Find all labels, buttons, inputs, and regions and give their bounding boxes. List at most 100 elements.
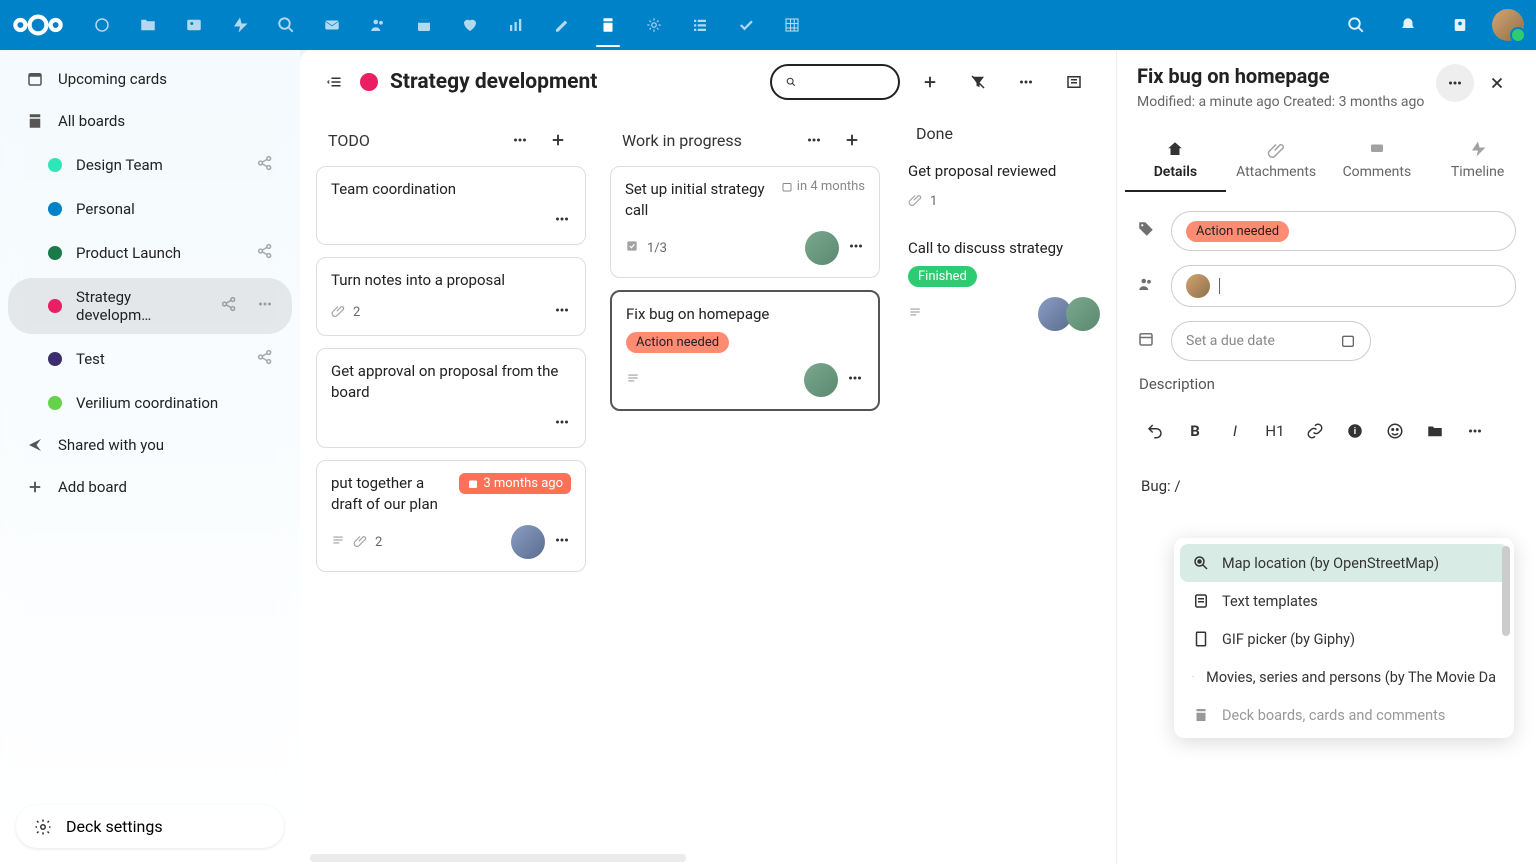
search-icon[interactable]: [1336, 5, 1376, 45]
slash-item-map[interactable]: Map location (by OpenStreetMap): [1180, 544, 1508, 582]
add-list-button[interactable]: [912, 64, 948, 100]
due-placeholder: Set a due date: [1186, 333, 1275, 349]
board-more-icon[interactable]: [1008, 64, 1044, 100]
card-more-icon[interactable]: [553, 413, 571, 435]
dashboard-icon[interactable]: [80, 3, 124, 47]
board-search-input[interactable]: [804, 74, 884, 90]
sidebar-item-test[interactable]: Test: [8, 338, 292, 380]
column-add-icon[interactable]: [836, 124, 868, 156]
collapse-sidebar-icon[interactable]: [324, 70, 348, 94]
sidebar-item-verilium[interactable]: Verilium coordination: [8, 384, 292, 422]
deck-settings-button[interactable]: Deck settings: [16, 805, 284, 848]
analytics-icon[interactable]: [494, 3, 538, 47]
contacts-menu-icon[interactable]: [1440, 5, 1480, 45]
undo-button[interactable]: [1137, 413, 1173, 449]
card[interactable]: Set up initial strategy call in 4 months…: [610, 166, 880, 278]
deck-settings-label: Deck settings: [66, 817, 163, 836]
share-icon[interactable]: [256, 154, 274, 176]
tags-input[interactable]: Action needed: [1171, 211, 1516, 251]
sidebar-item-design-team[interactable]: Design Team: [8, 144, 292, 186]
italic-button[interactable]: I: [1217, 413, 1253, 449]
topbar-right: [1336, 5, 1524, 45]
notifications-icon[interactable]: [1388, 5, 1428, 45]
attachment-count: 2: [353, 305, 360, 320]
card-more-icon[interactable]: [553, 531, 571, 553]
h1-button[interactable]: H1: [1257, 413, 1293, 449]
assignee-avatar: [805, 231, 839, 265]
sidebar-add-board[interactable]: Add board: [8, 468, 292, 506]
slash-item-gif[interactable]: GIF picker (by Giphy): [1180, 620, 1508, 658]
slash-scrollbar[interactable]: [1502, 546, 1510, 636]
detail-more-icon[interactable]: [1436, 64, 1474, 102]
card-more-icon[interactable]: [847, 237, 865, 259]
link-button[interactable]: [1297, 413, 1333, 449]
sidebar-item-personal[interactable]: Personal: [8, 190, 292, 228]
card[interactable]: Fix bug on homepage Action needed: [610, 290, 880, 411]
sidebar-item-label: Strategy developm…: [76, 288, 206, 324]
deck-icon[interactable]: [586, 3, 630, 47]
more-icon[interactable]: [256, 295, 274, 317]
assign-input[interactable]: [1171, 265, 1516, 307]
slash-item-deck[interactable]: Deck boards, cards and comments: [1180, 696, 1508, 734]
card[interactable]: Call to discuss strategy Finished: [904, 230, 1104, 339]
sidebar-upcoming[interactable]: Upcoming cards: [8, 60, 292, 98]
sidebar-shared-label: Shared with you: [58, 436, 164, 454]
card-more-icon[interactable]: [553, 210, 571, 232]
card-more-icon[interactable]: [846, 369, 864, 391]
card[interactable]: Turn notes into a proposal 2: [316, 257, 586, 336]
due-date-input[interactable]: Set a due date: [1171, 321, 1371, 361]
mail-icon[interactable]: [310, 3, 354, 47]
tab-attachments[interactable]: Attachments: [1226, 130, 1327, 192]
calendar-icon[interactable]: [402, 3, 446, 47]
notes-icon[interactable]: [540, 3, 584, 47]
due-text: in 4 months: [781, 179, 865, 194]
tab-timeline[interactable]: Timeline: [1427, 130, 1528, 192]
activity-icon[interactable]: [218, 3, 262, 47]
board-details-icon[interactable]: [1056, 64, 1092, 100]
files-icon[interactable]: [126, 3, 170, 47]
ai-icon[interactable]: [632, 3, 676, 47]
share-icon[interactable]: [256, 348, 274, 370]
sidebar-add-label: Add board: [58, 478, 127, 496]
search-app-icon[interactable]: [264, 3, 308, 47]
card[interactable]: Get approval on proposal from the board: [316, 348, 586, 448]
column-more-icon[interactable]: [504, 124, 536, 156]
detail-assign-field: [1137, 265, 1516, 307]
info-button[interactable]: i: [1337, 413, 1373, 449]
tasks-icon[interactable]: [724, 3, 768, 47]
user-avatar[interactable]: [1492, 9, 1524, 41]
column-title: TODO: [328, 131, 370, 150]
slash-item-templates[interactable]: Text templates: [1180, 582, 1508, 620]
share-icon[interactable]: [256, 242, 274, 264]
tables-icon[interactable]: [770, 3, 814, 47]
sidebar-shared[interactable]: Shared with you: [8, 426, 292, 464]
horizontal-scrollbar[interactable]: [310, 854, 686, 862]
sidebar-item-strategy[interactable]: Strategy developm…: [8, 278, 292, 334]
slash-item-movies[interactable]: Movies, series and persons (by The Movie…: [1180, 658, 1508, 696]
column-add-icon[interactable]: [542, 124, 574, 156]
folder-button[interactable]: [1417, 413, 1453, 449]
column-more-icon[interactable]: [798, 124, 830, 156]
logo[interactable]: [12, 12, 72, 38]
sidebar-item-product-launch[interactable]: Product Launch: [8, 232, 292, 274]
contacts-icon[interactable]: [356, 3, 400, 47]
filter-icon[interactable]: [960, 64, 996, 100]
tab-comments[interactable]: Comments: [1327, 130, 1428, 192]
card[interactable]: Get proposal reviewed 1: [904, 153, 1104, 218]
emoji-button[interactable]: [1377, 413, 1413, 449]
health-icon[interactable]: [448, 3, 492, 47]
sidebar-all-boards[interactable]: All boards: [8, 102, 292, 140]
board-search[interactable]: [770, 64, 900, 100]
editor-content[interactable]: Bug: /: [1137, 469, 1516, 503]
list-icon[interactable]: [678, 3, 722, 47]
card-more-icon[interactable]: [553, 301, 571, 323]
card[interactable]: Team coordination: [316, 166, 586, 245]
card[interactable]: put together a draft of our plan 3 month…: [316, 460, 586, 572]
close-icon[interactable]: [1478, 64, 1516, 102]
due-badge: 3 months ago: [459, 473, 571, 494]
tab-details[interactable]: Details: [1125, 130, 1226, 192]
share-icon[interactable]: [220, 295, 238, 317]
bold-button[interactable]: B: [1177, 413, 1213, 449]
toolbar-more-icon[interactable]: [1457, 413, 1493, 449]
photos-icon[interactable]: [172, 3, 216, 47]
